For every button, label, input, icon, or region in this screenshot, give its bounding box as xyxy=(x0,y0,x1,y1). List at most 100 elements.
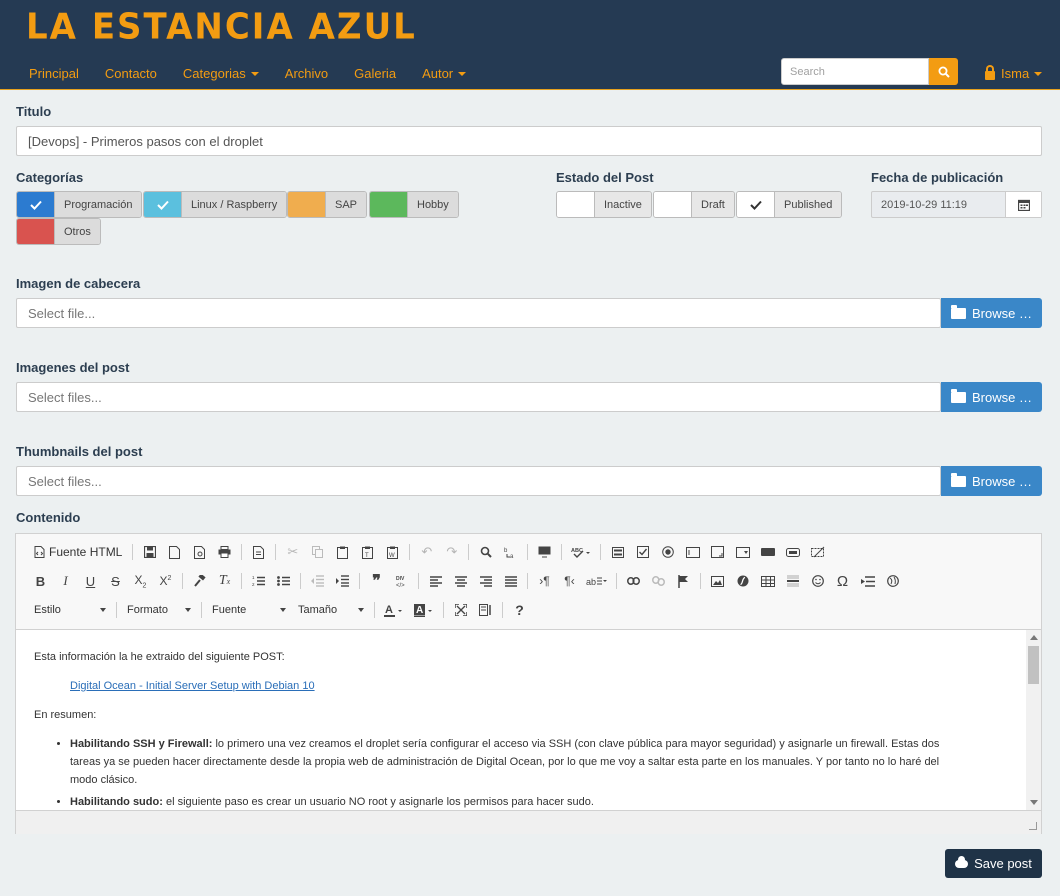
browse-imagenes-button[interactable]: Browse … xyxy=(941,382,1042,412)
table-icon[interactable] xyxy=(755,570,780,592)
replace-icon[interactable]: ba xyxy=(498,541,523,563)
show-blocks-icon[interactable] xyxy=(473,599,498,621)
textarea-icon[interactable] xyxy=(705,541,730,563)
calendar-button[interactable] xyxy=(1005,192,1041,217)
estado-draft[interactable]: Draft xyxy=(653,191,735,218)
ltr-icon[interactable]: ›¶ xyxy=(532,570,557,592)
estado-inactive[interactable]: Inactive xyxy=(556,191,652,218)
font-select[interactable]: Fuente xyxy=(206,604,292,616)
image-icon[interactable] xyxy=(705,570,730,592)
outdent-icon[interactable] xyxy=(305,570,330,592)
category-programacion[interactable]: Programación xyxy=(16,191,143,218)
fecha-value[interactable]: 2019-10-29 11:19 xyxy=(872,192,1005,217)
blockquote-icon[interactable]: ❞ xyxy=(364,570,389,592)
imagenes-post-input[interactable]: Select files... xyxy=(16,382,941,412)
anchor-icon[interactable] xyxy=(671,570,696,592)
subscript-icon[interactable]: X2 xyxy=(128,570,153,592)
align-left-icon[interactable] xyxy=(423,570,448,592)
user-menu[interactable]: Isma xyxy=(985,64,1043,81)
smiley-icon[interactable] xyxy=(805,570,830,592)
search-button[interactable] xyxy=(929,58,958,85)
scroll-thumb[interactable] xyxy=(1028,646,1039,684)
create-div-icon[interactable]: DIV </> xyxy=(389,570,414,592)
rtl-icon[interactable]: ¶‹ xyxy=(557,570,582,592)
hidden-field-icon[interactable] xyxy=(805,541,830,563)
unlink-icon[interactable] xyxy=(646,570,671,592)
save-post-button[interactable]: Save post xyxy=(945,849,1042,878)
search-input[interactable] xyxy=(781,58,929,85)
estado-published[interactable]: Published xyxy=(736,191,843,218)
category-hobby[interactable]: Hobby xyxy=(369,191,459,218)
nav-autor[interactable]: Autor xyxy=(409,58,479,89)
bullet-list-icon[interactable] xyxy=(271,570,296,592)
link-icon[interactable] xyxy=(621,570,646,592)
iframe-icon[interactable] xyxy=(880,570,905,592)
radio-icon[interactable] xyxy=(655,541,680,563)
align-right-icon[interactable] xyxy=(473,570,498,592)
editor-content[interactable]: Esta información la he extraido del sigu… xyxy=(16,630,1026,810)
save-icon[interactable] xyxy=(137,541,162,563)
preview-icon[interactable] xyxy=(187,541,212,563)
remove-format-icon[interactable]: Tx xyxy=(212,570,237,592)
size-select[interactable]: Tamaño xyxy=(292,604,370,616)
category-otros[interactable]: Otros xyxy=(16,218,101,245)
image-button-icon[interactable] xyxy=(780,541,805,563)
brand-logo[interactable]: LA ESTANCIA AZUL xyxy=(26,6,417,48)
special-char-icon[interactable]: Ω xyxy=(830,570,855,592)
source-html-button[interactable]: Fuente HTML xyxy=(28,545,128,559)
language-icon[interactable]: ab xyxy=(582,570,612,592)
copy-format-icon[interactable] xyxy=(187,570,212,592)
undo-icon[interactable]: ↶ xyxy=(414,541,439,563)
strikethrough-icon[interactable]: S xyxy=(103,570,128,592)
spellcheck-icon[interactable]: ABC xyxy=(566,541,596,563)
italic-icon[interactable]: I xyxy=(53,570,78,592)
numbered-list-icon[interactable]: 12 xyxy=(246,570,271,592)
align-center-icon[interactable] xyxy=(448,570,473,592)
fecha-picker[interactable]: 2019-10-29 11:19 xyxy=(871,191,1042,218)
nav-principal[interactable]: Principal xyxy=(16,58,92,89)
checkbox-icon[interactable] xyxy=(630,541,655,563)
textfield-icon[interactable] xyxy=(680,541,705,563)
paste-word-icon[interactable]: W xyxy=(380,541,405,563)
scroll-down-icon[interactable] xyxy=(1030,800,1038,805)
help-icon[interactable]: ? xyxy=(507,599,532,621)
align-justify-icon[interactable] xyxy=(498,570,523,592)
nav-categorias[interactable]: Categorias xyxy=(170,58,272,89)
nav-contacto[interactable]: Contacto xyxy=(92,58,170,89)
button-field-icon[interactable] xyxy=(755,541,780,563)
content-link[interactable]: Digital Ocean - Initial Server Setup wit… xyxy=(70,680,315,692)
cut-icon[interactable]: ✂ xyxy=(280,541,305,563)
nav-galeria[interactable]: Galeria xyxy=(341,58,409,89)
resize-handle-icon[interactable] xyxy=(1029,822,1037,830)
nav-archivo[interactable]: Archivo xyxy=(272,58,341,89)
maximize-icon[interactable] xyxy=(448,599,473,621)
form-icon[interactable] xyxy=(605,541,630,563)
copy-icon[interactable] xyxy=(305,541,330,563)
style-select[interactable]: Estilo xyxy=(28,604,112,616)
paste-text-icon[interactable]: T xyxy=(355,541,380,563)
browse-cabecera-button[interactable]: Browse … xyxy=(941,298,1042,328)
templates-icon[interactable] xyxy=(246,541,271,563)
underline-icon[interactable]: U xyxy=(78,570,103,592)
format-select[interactable]: Formato xyxy=(121,604,197,616)
print-icon[interactable] xyxy=(212,541,237,563)
redo-icon[interactable]: ↷ xyxy=(439,541,464,563)
titulo-input[interactable]: [Devops] - Primeros pasos con el droplet xyxy=(16,126,1042,156)
scroll-up-icon[interactable] xyxy=(1030,635,1038,640)
thumbnails-input[interactable]: Select files... xyxy=(16,466,941,496)
background-color-icon[interactable]: A xyxy=(409,599,439,621)
indent-icon[interactable] xyxy=(330,570,355,592)
flash-icon[interactable] xyxy=(730,570,755,592)
browse-thumbnails-button[interactable]: Browse … xyxy=(941,466,1042,496)
editor-scrollbar[interactable] xyxy=(1026,630,1041,810)
category-linux-raspberry[interactable]: Linux / Raspberry xyxy=(143,191,288,218)
imagen-cabecera-input[interactable]: Select file... xyxy=(16,298,941,328)
find-icon[interactable] xyxy=(473,541,498,563)
horizontal-rule-icon[interactable] xyxy=(780,570,805,592)
text-color-icon[interactable]: A xyxy=(379,599,409,621)
page-break-icon[interactable] xyxy=(855,570,880,592)
paste-icon[interactable] xyxy=(330,541,355,563)
select-field-icon[interactable] xyxy=(730,541,755,563)
select-all-icon[interactable] xyxy=(532,541,557,563)
bold-icon[interactable]: B xyxy=(28,570,53,592)
